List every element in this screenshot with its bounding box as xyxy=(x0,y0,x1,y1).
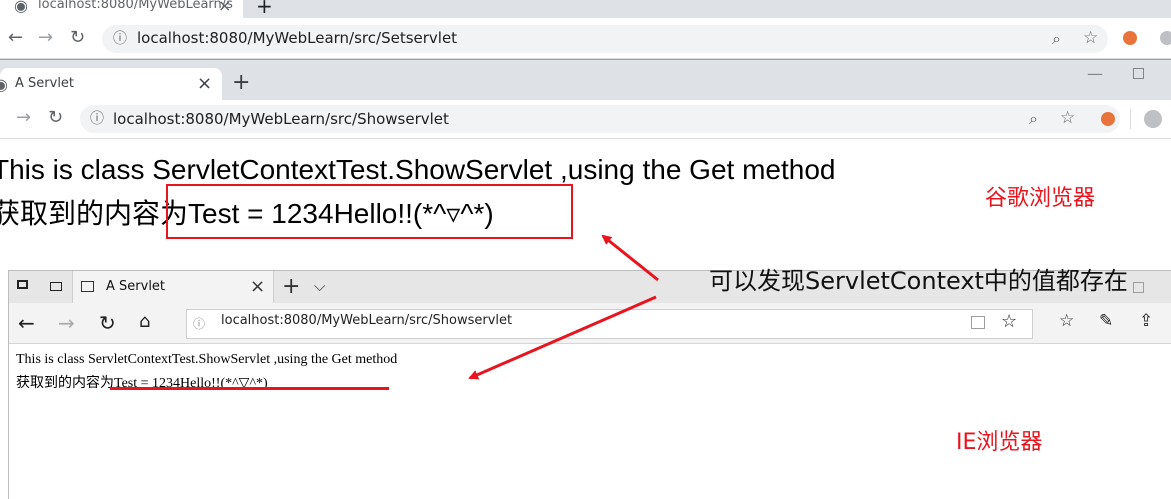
arrow-to-ie xyxy=(468,295,657,380)
arrow-to-chrome xyxy=(601,234,659,282)
annotation-arrows xyxy=(468,234,659,380)
